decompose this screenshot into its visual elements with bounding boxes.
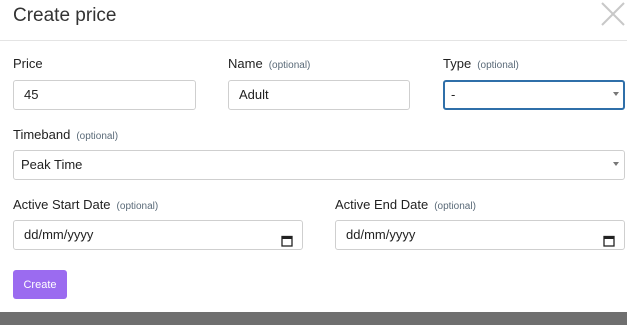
start-date-label: Active Start Date (optional)	[13, 197, 158, 212]
end-date-label-text: Active End Date	[335, 197, 429, 212]
start-date-optional-tag: (optional)	[116, 201, 159, 212]
end-date-value: dd/mm/yyyy	[346, 227, 416, 242]
close-icon[interactable]	[599, 0, 627, 28]
name-optional-tag: (optional)	[268, 60, 311, 71]
price-label: Price	[13, 56, 43, 71]
calendar-icon[interactable]	[603, 229, 615, 247]
end-date-input[interactable]: dd/mm/yyyy	[335, 220, 625, 250]
name-input[interactable]: Adult	[228, 80, 410, 110]
end-date-label: Active End Date (optional)	[335, 197, 476, 212]
type-select[interactable]: -	[443, 80, 625, 110]
timeband-label-text: Timeband	[13, 127, 71, 142]
type-label: Type (optional)	[443, 56, 519, 71]
price-label-text: Price	[13, 56, 43, 71]
start-date-input[interactable]: dd/mm/yyyy	[13, 220, 303, 250]
create-button[interactable]: Create	[13, 270, 67, 299]
create-price-dialog: Create price Price 45 Name (optional) Adu…	[0, 0, 627, 312]
price-input[interactable]: 45	[13, 80, 196, 110]
type-select-value: -	[451, 87, 456, 102]
type-optional-tag: (optional)	[477, 60, 519, 71]
dialog-header: Create price	[0, 0, 627, 41]
calendar-icon[interactable]	[281, 229, 293, 247]
timeband-select[interactable]: Peak Time	[13, 150, 625, 180]
timeband-label: Timeband (optional)	[13, 127, 118, 142]
dialog-title: Create price	[13, 5, 117, 26]
name-label-text: Name	[228, 56, 263, 71]
start-date-label-text: Active Start Date	[13, 197, 111, 212]
type-label-text: Type	[443, 56, 472, 71]
end-date-optional-tag: (optional)	[434, 201, 476, 212]
timeband-select-value: Peak Time	[21, 157, 83, 172]
name-label: Name (optional)	[228, 56, 310, 71]
chevron-down-icon	[613, 162, 619, 166]
chevron-down-icon	[613, 92, 619, 96]
timeband-optional-tag: (optional)	[76, 131, 119, 142]
start-date-value: dd/mm/yyyy	[24, 227, 94, 242]
